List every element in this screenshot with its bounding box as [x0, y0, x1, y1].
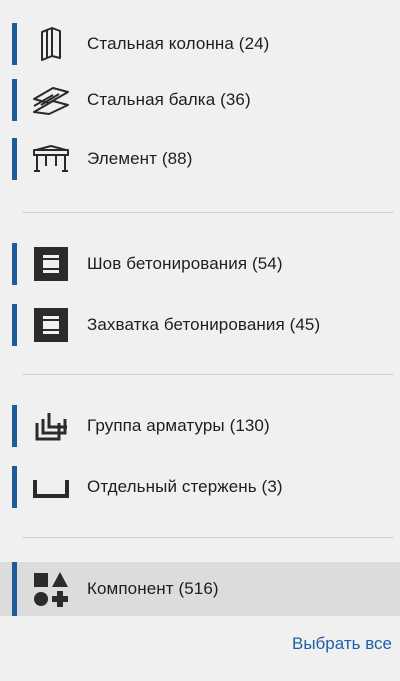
accent-bar [12, 79, 17, 121]
list-item-label: Элемент (88) [87, 149, 193, 168]
accent-bar [12, 405, 17, 447]
accent-bar [12, 138, 17, 180]
accent-bar [12, 23, 17, 65]
list-item-label: Шов бетонирования (54) [87, 254, 283, 273]
single-rebar-icon [30, 470, 72, 504]
list-item-rebar-group[interactable]: Группа арматуры (130) [0, 405, 400, 447]
accent-bar [12, 304, 17, 346]
pour-break-icon [30, 247, 72, 281]
list-item-steel-beam[interactable]: Стальная балка (36) [0, 79, 400, 121]
select-all-link[interactable]: Выбрать все [292, 634, 392, 654]
pour-unit-icon [30, 308, 72, 342]
list-item-label: Стальная колонна (24) [87, 34, 270, 53]
steel-beam-icon [30, 83, 72, 117]
rebar-group-icon [30, 409, 72, 443]
group-divider [22, 374, 394, 375]
list-item-steel-column[interactable]: Стальная колонна (24) [0, 23, 400, 65]
list-item-label: Отдельный стержень (3) [87, 477, 283, 496]
list-item-pour-break[interactable]: Шов бетонирования (54) [0, 243, 400, 285]
element-icon [30, 142, 72, 176]
object-filter-panel: Стальная колонна (24) Стальная балка (36… [0, 0, 400, 681]
list-item-pour-unit[interactable]: Захватка бетонирования (45) [0, 304, 400, 346]
steel-column-icon [30, 27, 72, 61]
list-item-label: Компонент (516) [87, 579, 219, 598]
list-item-single-rebar[interactable]: Отдельный стержень (3) [0, 466, 400, 508]
list-item-component[interactable]: Компонент (516) [0, 562, 400, 616]
accent-bar [12, 243, 17, 285]
group-divider [22, 537, 394, 538]
component-icon [30, 572, 72, 607]
list-item-label: Захватка бетонирования (45) [87, 315, 321, 334]
group-divider [22, 212, 394, 213]
accent-bar [12, 466, 17, 508]
list-item-element[interactable]: Элемент (88) [0, 138, 400, 180]
list-item-label: Стальная балка (36) [87, 90, 251, 109]
list-item-label: Группа арматуры (130) [87, 416, 270, 435]
accent-bar [12, 562, 17, 616]
